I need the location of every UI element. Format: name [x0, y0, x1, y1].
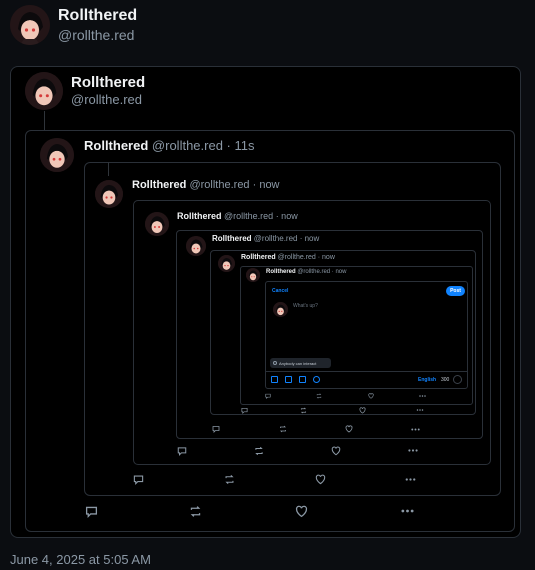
like-icon[interactable] [313, 472, 327, 486]
repost-icon[interactable] [222, 472, 236, 486]
avatar [218, 255, 235, 272]
composer-avatar [273, 302, 288, 317]
quote-handle-time: @rollthe.red · now [253, 234, 320, 243]
quote-author-name: Rollthered [177, 211, 222, 221]
like-icon[interactable] [293, 503, 309, 519]
more-icon[interactable] [418, 392, 426, 400]
interaction-settings-button[interactable]: Anybody can interact [270, 358, 331, 368]
quote-author-name: Rollthered [132, 179, 187, 191]
repost-icon[interactable] [298, 405, 308, 415]
interaction-settings-label: Anybody can interact [279, 360, 317, 366]
repost-icon[interactable] [187, 503, 203, 519]
quote-header: Rollthered @rollthe.red · now [241, 254, 335, 261]
quote-author-name: Rollthered [71, 74, 146, 91]
language-selector[interactable]: English [418, 377, 436, 383]
composer-post-button[interactable]: Post [446, 286, 465, 296]
quote-author-name: Rollthered [266, 269, 296, 275]
repost-icon[interactable] [252, 444, 265, 457]
avatar [186, 236, 206, 256]
more-icon[interactable] [403, 472, 417, 486]
quote-handle-time: @rollthe.red · 11s [151, 138, 255, 153]
quote-header: Rollthered @rollthe.red · now [177, 211, 298, 221]
thread-line [108, 162, 109, 176]
like-icon[interactable] [367, 392, 375, 400]
repost-icon[interactable] [277, 423, 289, 435]
quote-header: Rollthered @rollthe.red · now [212, 234, 319, 243]
composer-textarea[interactable]: What's up? [293, 303, 318, 309]
reply-icon[interactable] [175, 444, 188, 457]
like-icon[interactable] [329, 444, 342, 457]
avatar [145, 212, 169, 236]
quote-author-name: Rollthered [84, 138, 149, 153]
like-icon[interactable] [357, 405, 367, 415]
quote-author-handle: @rollthe.red [71, 92, 143, 107]
avatar [25, 72, 63, 110]
more-icon[interactable] [399, 503, 415, 519]
quote-handle-time: @rollthe.red · now [189, 179, 280, 191]
quote-author-name: Rollthered [212, 234, 252, 243]
quote-author-name: Rollthered [241, 254, 276, 261]
reply-icon[interactable] [239, 405, 249, 415]
character-count: 300 [441, 377, 450, 383]
more-icon[interactable] [409, 423, 421, 435]
author-handle[interactable]: @rollthe.red [58, 27, 134, 43]
thread-line [44, 111, 45, 130]
globe-icon [273, 361, 277, 365]
avatar[interactable] [10, 5, 50, 45]
avatar [95, 180, 123, 208]
gif-icon[interactable] [299, 376, 306, 383]
post-timestamp[interactable]: June 4, 2025 at 5:05 AM [10, 552, 151, 567]
character-progress-ring [453, 375, 462, 384]
more-icon[interactable] [406, 444, 419, 457]
like-icon[interactable] [343, 423, 355, 435]
image-icon[interactable] [271, 376, 278, 383]
reply-icon[interactable] [131, 472, 145, 486]
avatar [40, 138, 74, 172]
quote-handle-time: @rollthe.red · now [224, 211, 298, 221]
video-icon[interactable] [285, 376, 292, 383]
avatar [246, 268, 260, 282]
repost-icon[interactable] [315, 392, 323, 400]
composer-post-label: Post [450, 288, 461, 294]
composer[interactable] [265, 281, 468, 389]
quote-handle-time: @rollthe.red · now [277, 254, 335, 261]
more-icon[interactable] [415, 405, 425, 415]
reply-icon[interactable] [264, 392, 272, 400]
quote-header: Rollthered @rollthe.red · 11s [84, 138, 254, 153]
composer-toolbar-divider [266, 371, 467, 372]
quote-header: Rollthered @rollthe.red · now [132, 179, 280, 191]
emoji-icon[interactable] [313, 376, 320, 383]
reply-icon[interactable] [210, 423, 222, 435]
composer-cancel-button[interactable]: Cancel [272, 288, 288, 294]
author-name[interactable]: Rollthered [58, 7, 137, 25]
reply-icon[interactable] [83, 503, 99, 519]
quote-header: Rollthered @rollthe.red · now [266, 269, 346, 275]
quote-handle-time: @rollthe.red · now [297, 269, 347, 275]
